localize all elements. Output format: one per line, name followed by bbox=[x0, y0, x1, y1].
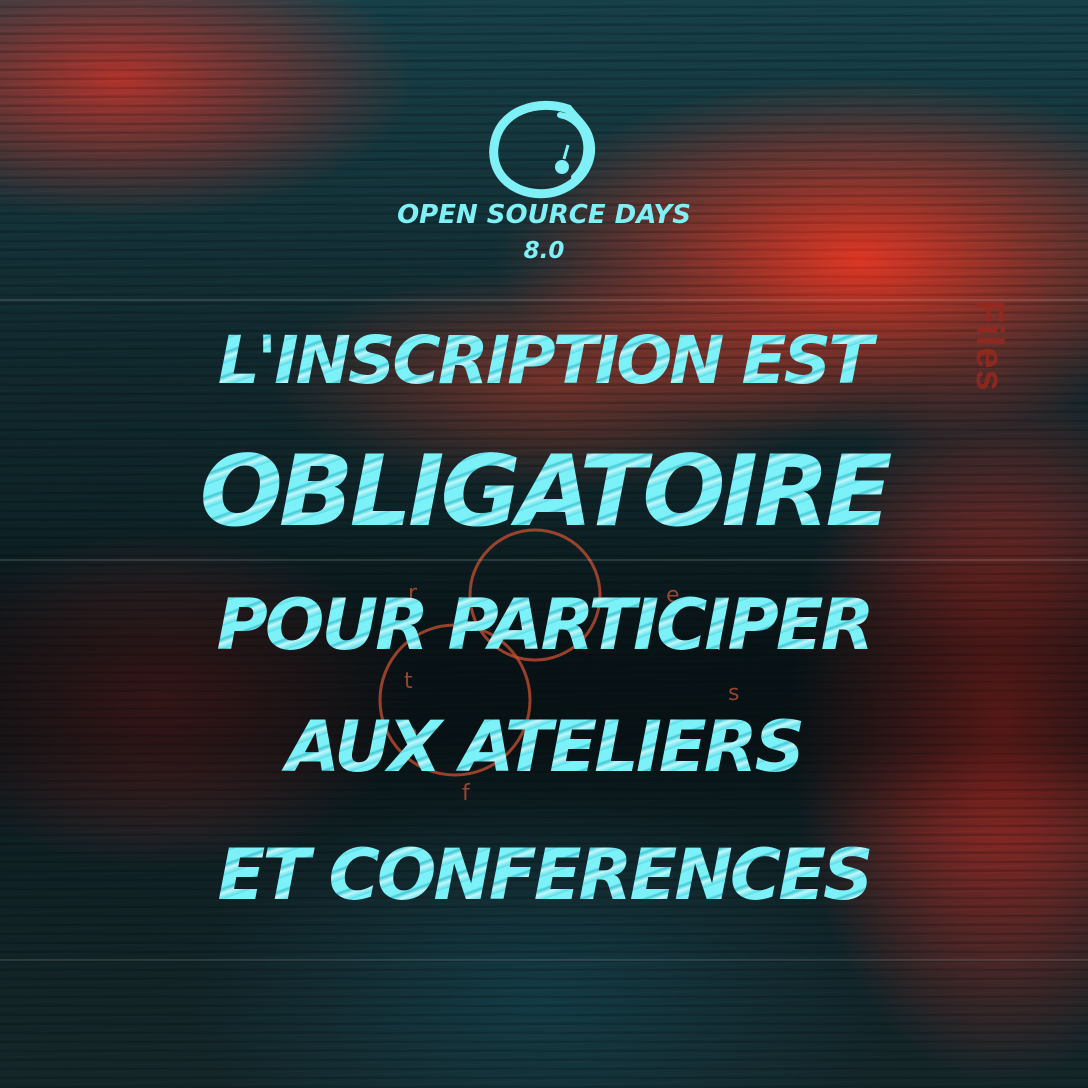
open-source-days-logo bbox=[482, 95, 606, 205]
circle-letter: t bbox=[404, 669, 413, 694]
headline-line-4: AUX ATELIERS bbox=[0, 712, 1088, 782]
headline-line-1: L'INSCRIPTION EST bbox=[0, 328, 1088, 394]
brand-name: OPEN SOURCE DAYS bbox=[397, 200, 691, 230]
poster: r t e f e l s Files OPEN SOURCE DAYS 8.0… bbox=[0, 0, 1088, 1088]
circle-letter: s bbox=[728, 681, 739, 706]
brand-version: 8.0 bbox=[523, 238, 565, 264]
logo-swirl-icon bbox=[489, 100, 596, 199]
headline-line-5: ET CONFERENCES bbox=[0, 840, 1088, 910]
headline-line-2: OBLIGATOIRE bbox=[0, 443, 1088, 541]
headline-line-3: POUR PARTICIPER bbox=[0, 590, 1088, 660]
